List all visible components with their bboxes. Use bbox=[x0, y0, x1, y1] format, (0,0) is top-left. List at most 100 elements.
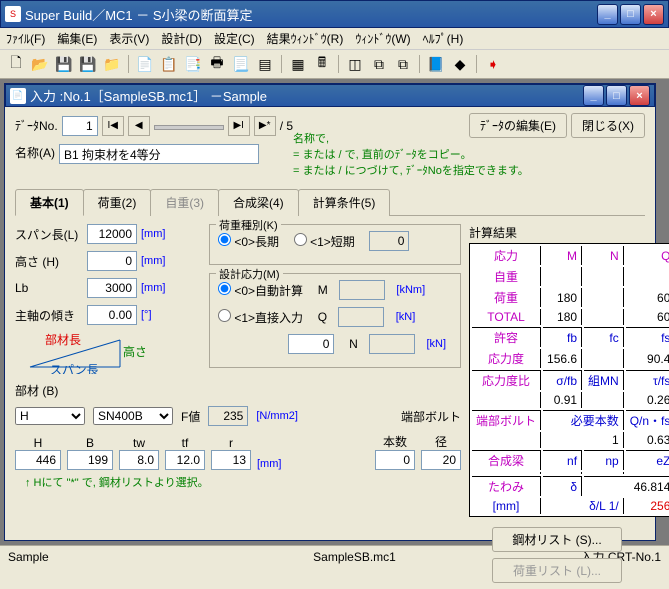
name-label: 名称(A) bbox=[15, 144, 55, 161]
total-label: / 5 bbox=[280, 119, 293, 133]
menu-help[interactable]: ﾍﾙﾌﾟ(H) bbox=[423, 30, 464, 47]
f-input bbox=[208, 406, 248, 426]
preview-icon[interactable]: 📃 bbox=[231, 54, 251, 74]
M-input bbox=[339, 280, 385, 300]
hint2: = または / で, 直前のﾃﾞｰﾀをコピー。 bbox=[293, 146, 529, 162]
radio-long[interactable]: <0>長期 bbox=[218, 233, 279, 250]
height-input[interactable] bbox=[87, 251, 137, 271]
maximize-button[interactable]: □ bbox=[620, 4, 641, 25]
win3-icon[interactable]: ⧉ bbox=[393, 54, 413, 74]
win2-icon[interactable]: ⧉ bbox=[369, 54, 389, 74]
axis-input[interactable] bbox=[87, 305, 137, 325]
tab-comp[interactable]: 合成梁(4) bbox=[218, 189, 299, 216]
svg-text:スパン長: スパン長 bbox=[50, 363, 99, 374]
child-titlebar: 📄 入力 :No.1［SampleSB.mc1］ －Sample _ □ × bbox=[5, 84, 655, 107]
child-icon: 📄 bbox=[10, 88, 26, 104]
form-panel: スパン長(L)[mm] 高さ (H)[mm] Lb[mm] 主軸の傾き[°] 部… bbox=[15, 224, 461, 583]
dia-input[interactable] bbox=[421, 450, 461, 470]
tab-cond[interactable]: 計算条件(5) bbox=[298, 189, 391, 216]
r-input[interactable] bbox=[211, 450, 251, 470]
lb-input[interactable] bbox=[87, 278, 137, 298]
datano-input[interactable] bbox=[62, 116, 98, 136]
child-title: 入力 :No.1［SampleSB.mc1］ －Sample bbox=[30, 86, 583, 105]
main-title: Super Build／MC1 － S小梁の断面算定 bbox=[25, 5, 597, 24]
menu-setting[interactable]: 設定(C) bbox=[214, 30, 255, 47]
saveall-icon[interactable]: 💾 bbox=[78, 54, 98, 74]
load-type-value bbox=[369, 231, 409, 251]
B-input[interactable] bbox=[67, 450, 113, 470]
open-icon[interactable]: 📂 bbox=[30, 54, 50, 74]
beam-diagram: 部材長 高さ スパン長 bbox=[25, 332, 195, 374]
load-list-button[interactable]: 荷重リスト (L)... bbox=[492, 558, 622, 583]
help-icon[interactable]: 📘 bbox=[426, 54, 446, 74]
load-type-group: 荷重種別(K) <0>長期 <1>短期 bbox=[209, 224, 461, 265]
close-button[interactable]: × bbox=[643, 4, 664, 25]
minimize-button[interactable]: _ bbox=[597, 4, 618, 25]
count-input[interactable] bbox=[375, 450, 415, 470]
menubar: ﾌｧｲﾙ(F) 編集(E) 表示(V) 設計(D) 設定(C) 結果ｳｨﾝﾄﾞｳ… bbox=[0, 28, 669, 50]
record-slider[interactable] bbox=[154, 117, 224, 135]
app-icon: S bbox=[5, 6, 21, 22]
steel-select[interactable]: SN400B bbox=[93, 407, 173, 425]
menu-file[interactable]: ﾌｧｲﾙ(F) bbox=[6, 30, 45, 47]
tf-input[interactable] bbox=[165, 450, 205, 470]
tab-load[interactable]: 荷重(2) bbox=[83, 189, 152, 216]
unit-mm: [mm] bbox=[141, 228, 165, 240]
about-icon[interactable]: ◆ bbox=[450, 54, 470, 74]
menu-design[interactable]: 設計(D) bbox=[161, 30, 202, 47]
exit-icon[interactable]: ➧ bbox=[483, 54, 503, 74]
calc-icon[interactable]: ▦ bbox=[288, 54, 308, 74]
new-button[interactable]: ▶* bbox=[254, 116, 276, 136]
mdi-area: 📄 入力 :No.1［SampleSB.mc1］ －Sample _ □ × ﾃ… bbox=[0, 79, 669, 545]
close-child-button[interactable]: 閉じる(X) bbox=[571, 113, 645, 138]
Q-input bbox=[338, 307, 384, 327]
first-button[interactable]: I◀ bbox=[102, 116, 124, 136]
main-titlebar: S Super Build／MC1 － S小梁の断面算定 _ □ × bbox=[0, 0, 669, 28]
stress-label: 設計応力(M) bbox=[216, 266, 283, 282]
win1-icon[interactable]: ◫ bbox=[345, 54, 365, 74]
menu-result[interactable]: 結果ｳｨﾝﾄﾞｳ(R) bbox=[267, 30, 344, 47]
tab-basic[interactable]: 基本(1) bbox=[15, 189, 84, 216]
menu-window[interactable]: ｳｨﾝﾄﾞｳ(W) bbox=[355, 30, 410, 47]
child-close-button[interactable]: × bbox=[629, 85, 650, 106]
svg-text:高さ: 高さ bbox=[123, 344, 145, 359]
doc-icon[interactable]: 📄 bbox=[135, 54, 155, 74]
print-icon[interactable]: 🖶 bbox=[207, 54, 227, 74]
tab-self[interactable]: 自重(3) bbox=[150, 189, 219, 216]
H-input[interactable] bbox=[15, 450, 61, 470]
span-label: スパン長(L) bbox=[15, 226, 83, 243]
stress-group: 設計応力(M) <0>自動計算 M [kNm] <1>直接入力 Q [kN] N… bbox=[209, 273, 461, 368]
shape-select[interactable]: H bbox=[15, 407, 85, 425]
span-input[interactable] bbox=[87, 224, 137, 244]
list-icon[interactable]: ▤ bbox=[255, 54, 275, 74]
save-icon[interactable]: 💾 bbox=[54, 54, 74, 74]
sheet-icon[interactable]: 📑 bbox=[183, 54, 203, 74]
datano-label: ﾃﾞｰﾀNo. bbox=[15, 117, 58, 134]
tw-input[interactable] bbox=[119, 450, 159, 470]
radio-direct[interactable]: <1>直接入力 bbox=[218, 309, 303, 326]
radio-short[interactable]: <1>短期 bbox=[294, 233, 355, 250]
folder-icon[interactable]: 📁 bbox=[102, 54, 122, 74]
height-label: 高さ (H) bbox=[15, 253, 83, 270]
calc2-icon[interactable]: 🖩 bbox=[312, 54, 332, 74]
result-table: 応力MNQ 自重 荷重18060 TOTAL18060 許容fbfcfs 応力度… bbox=[469, 243, 669, 517]
buzai-label: 部材 (B) bbox=[15, 382, 58, 399]
axis-label: 主軸の傾き bbox=[15, 307, 83, 324]
toolbar: 🗋 📂 💾 💾 📁 📄 📋 📑 🖶 📃 ▤ ▦ 🖩 ◫ ⧉ ⧉ 📘 ◆ ➧ bbox=[0, 50, 669, 79]
f-label: F値 bbox=[181, 408, 200, 425]
radio-auto[interactable]: <0>自動計算 bbox=[218, 282, 303, 299]
form-note: ↑ Hにて "*" で, 鋼材リストより選択。 bbox=[25, 474, 461, 490]
menu-view[interactable]: 表示(V) bbox=[109, 30, 149, 47]
st-value[interactable] bbox=[288, 334, 334, 354]
next-button[interactable]: ▶I bbox=[228, 116, 250, 136]
lb-label: Lb bbox=[15, 281, 83, 295]
child-minimize-button[interactable]: _ bbox=[583, 85, 604, 106]
new-icon[interactable]: 🗋 bbox=[6, 54, 26, 74]
child-maximize-button[interactable]: □ bbox=[606, 85, 627, 106]
name-input[interactable] bbox=[59, 144, 259, 164]
copy-icon[interactable]: 📋 bbox=[159, 54, 179, 74]
menu-edit[interactable]: 編集(E) bbox=[57, 30, 97, 47]
result-panel: 計算結果 応力MNQ 自重 荷重18060 TOTAL18060 許容fbfcf… bbox=[469, 224, 645, 583]
steel-list-button[interactable]: 鋼材リスト (S)... bbox=[492, 527, 622, 552]
prev-button[interactable]: ◀ bbox=[128, 116, 150, 136]
